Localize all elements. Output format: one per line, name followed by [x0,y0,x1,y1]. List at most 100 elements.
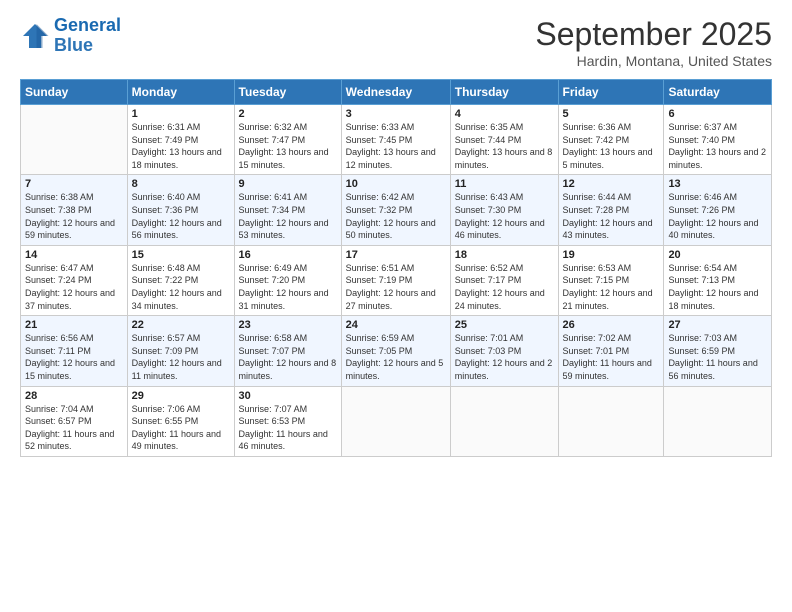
day-number: 9 [239,178,337,190]
day-info: Sunrise: 6:44 AMSunset: 7:28 PMDaylight:… [563,191,660,241]
day-number: 6 [668,108,767,120]
calendar-cell: 3Sunrise: 6:33 AMSunset: 7:45 PMDaylight… [341,105,450,175]
col-wednesday: Wednesday [341,80,450,105]
day-number: 26 [563,319,660,331]
calendar-table: Sunday Monday Tuesday Wednesday Thursday… [20,79,772,457]
calendar-cell: 22Sunrise: 6:57 AMSunset: 7:09 PMDayligh… [127,316,234,386]
day-info: Sunrise: 6:47 AMSunset: 7:24 PMDaylight:… [25,262,123,312]
calendar-cell [664,386,772,456]
calendar-cell: 9Sunrise: 6:41 AMSunset: 7:34 PMDaylight… [234,175,341,245]
calendar-cell: 30Sunrise: 7:07 AMSunset: 6:53 PMDayligh… [234,386,341,456]
day-number: 18 [455,249,554,261]
col-friday: Friday [558,80,664,105]
day-number: 13 [668,178,767,190]
logo: General Blue [20,16,121,56]
day-number: 4 [455,108,554,120]
calendar-header-row: Sunday Monday Tuesday Wednesday Thursday… [21,80,772,105]
day-number: 29 [132,390,230,402]
day-info: Sunrise: 6:43 AMSunset: 7:30 PMDaylight:… [455,191,554,241]
day-info: Sunrise: 6:31 AMSunset: 7:49 PMDaylight:… [132,121,230,171]
day-number: 3 [346,108,446,120]
calendar-cell [450,386,558,456]
day-info: Sunrise: 6:36 AMSunset: 7:42 PMDaylight:… [563,121,660,171]
calendar-cell: 6Sunrise: 6:37 AMSunset: 7:40 PMDaylight… [664,105,772,175]
logo-icon [20,21,50,51]
day-info: Sunrise: 6:54 AMSunset: 7:13 PMDaylight:… [668,262,767,312]
calendar-cell: 17Sunrise: 6:51 AMSunset: 7:19 PMDayligh… [341,245,450,315]
calendar-cell: 14Sunrise: 6:47 AMSunset: 7:24 PMDayligh… [21,245,128,315]
month-title: September 2025 [535,16,772,53]
calendar-cell: 20Sunrise: 6:54 AMSunset: 7:13 PMDayligh… [664,245,772,315]
calendar-cell: 25Sunrise: 7:01 AMSunset: 7:03 PMDayligh… [450,316,558,386]
day-info: Sunrise: 7:01 AMSunset: 7:03 PMDaylight:… [455,332,554,382]
day-info: Sunrise: 6:33 AMSunset: 7:45 PMDaylight:… [346,121,446,171]
calendar-cell: 19Sunrise: 6:53 AMSunset: 7:15 PMDayligh… [558,245,664,315]
day-info: Sunrise: 7:07 AMSunset: 6:53 PMDaylight:… [239,403,337,453]
day-number: 12 [563,178,660,190]
day-number: 19 [563,249,660,261]
day-number: 8 [132,178,230,190]
day-info: Sunrise: 6:42 AMSunset: 7:32 PMDaylight:… [346,191,446,241]
calendar-cell: 28Sunrise: 7:04 AMSunset: 6:57 PMDayligh… [21,386,128,456]
calendar-week-3: 14Sunrise: 6:47 AMSunset: 7:24 PMDayligh… [21,245,772,315]
day-info: Sunrise: 6:32 AMSunset: 7:47 PMDaylight:… [239,121,337,171]
logo-text: General Blue [54,16,121,56]
calendar-cell: 13Sunrise: 6:46 AMSunset: 7:26 PMDayligh… [664,175,772,245]
calendar-cell: 12Sunrise: 6:44 AMSunset: 7:28 PMDayligh… [558,175,664,245]
day-info: Sunrise: 6:56 AMSunset: 7:11 PMDaylight:… [25,332,123,382]
day-number: 17 [346,249,446,261]
day-info: Sunrise: 7:02 AMSunset: 7:01 PMDaylight:… [563,332,660,382]
day-number: 7 [25,178,123,190]
day-number: 24 [346,319,446,331]
page: General Blue September 2025 Hardin, Mont… [0,0,792,612]
day-info: Sunrise: 6:57 AMSunset: 7:09 PMDaylight:… [132,332,230,382]
day-info: Sunrise: 6:49 AMSunset: 7:20 PMDaylight:… [239,262,337,312]
day-number: 11 [455,178,554,190]
calendar-cell: 10Sunrise: 6:42 AMSunset: 7:32 PMDayligh… [341,175,450,245]
calendar-cell: 2Sunrise: 6:32 AMSunset: 7:47 PMDaylight… [234,105,341,175]
day-number: 10 [346,178,446,190]
day-number: 21 [25,319,123,331]
day-info: Sunrise: 6:41 AMSunset: 7:34 PMDaylight:… [239,191,337,241]
calendar-cell: 11Sunrise: 6:43 AMSunset: 7:30 PMDayligh… [450,175,558,245]
calendar-week-5: 28Sunrise: 7:04 AMSunset: 6:57 PMDayligh… [21,386,772,456]
day-info: Sunrise: 7:03 AMSunset: 6:59 PMDaylight:… [668,332,767,382]
day-info: Sunrise: 6:40 AMSunset: 7:36 PMDaylight:… [132,191,230,241]
day-info: Sunrise: 6:38 AMSunset: 7:38 PMDaylight:… [25,191,123,241]
col-tuesday: Tuesday [234,80,341,105]
day-info: Sunrise: 6:35 AMSunset: 7:44 PMDaylight:… [455,121,554,171]
day-info: Sunrise: 6:51 AMSunset: 7:19 PMDaylight:… [346,262,446,312]
calendar-cell: 5Sunrise: 6:36 AMSunset: 7:42 PMDaylight… [558,105,664,175]
calendar-cell: 7Sunrise: 6:38 AMSunset: 7:38 PMDaylight… [21,175,128,245]
day-number: 5 [563,108,660,120]
day-number: 30 [239,390,337,402]
col-sunday: Sunday [21,80,128,105]
calendar-week-2: 7Sunrise: 6:38 AMSunset: 7:38 PMDaylight… [21,175,772,245]
day-info: Sunrise: 6:46 AMSunset: 7:26 PMDaylight:… [668,191,767,241]
calendar-cell: 23Sunrise: 6:58 AMSunset: 7:07 PMDayligh… [234,316,341,386]
day-number: 20 [668,249,767,261]
logo-line2: Blue [54,35,93,55]
day-number: 27 [668,319,767,331]
day-number: 22 [132,319,230,331]
calendar-cell [341,386,450,456]
calendar-cell: 16Sunrise: 6:49 AMSunset: 7:20 PMDayligh… [234,245,341,315]
day-number: 28 [25,390,123,402]
day-number: 25 [455,319,554,331]
day-number: 23 [239,319,337,331]
day-info: Sunrise: 6:59 AMSunset: 7:05 PMDaylight:… [346,332,446,382]
calendar-cell: 1Sunrise: 6:31 AMSunset: 7:49 PMDaylight… [127,105,234,175]
calendar-cell: 27Sunrise: 7:03 AMSunset: 6:59 PMDayligh… [664,316,772,386]
col-monday: Monday [127,80,234,105]
day-info: Sunrise: 7:04 AMSunset: 6:57 PMDaylight:… [25,403,123,453]
day-info: Sunrise: 7:06 AMSunset: 6:55 PMDaylight:… [132,403,230,453]
location-subtitle: Hardin, Montana, United States [535,53,772,69]
calendar-cell [21,105,128,175]
calendar-cell: 29Sunrise: 7:06 AMSunset: 6:55 PMDayligh… [127,386,234,456]
day-number: 1 [132,108,230,120]
col-thursday: Thursday [450,80,558,105]
day-number: 16 [239,249,337,261]
day-info: Sunrise: 6:53 AMSunset: 7:15 PMDaylight:… [563,262,660,312]
col-saturday: Saturday [664,80,772,105]
day-info: Sunrise: 6:48 AMSunset: 7:22 PMDaylight:… [132,262,230,312]
